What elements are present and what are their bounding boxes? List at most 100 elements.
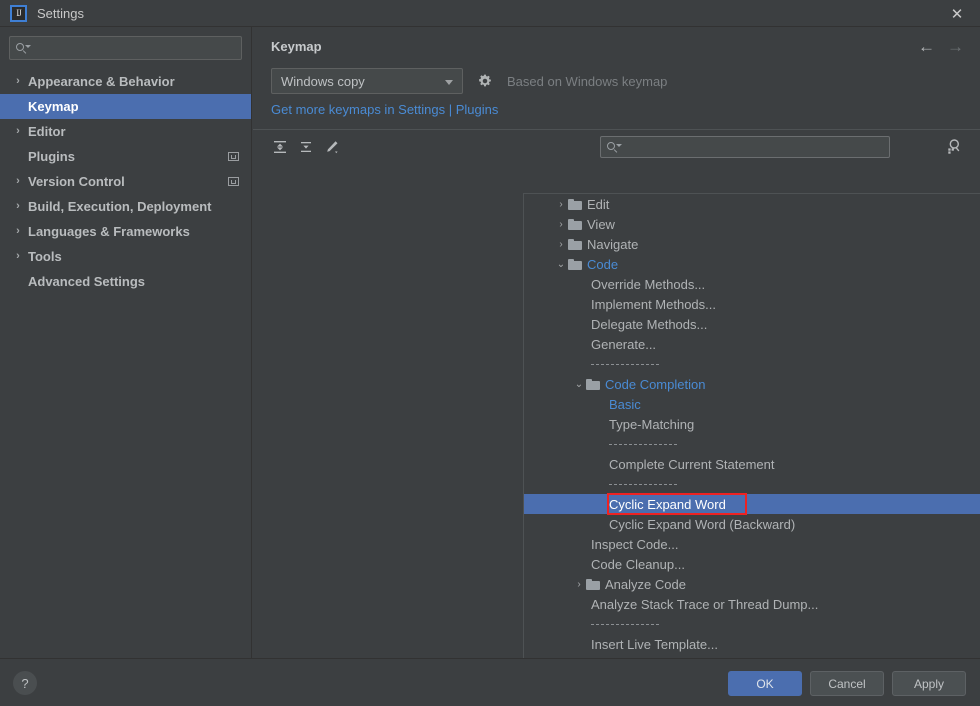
- collapse-all-icon[interactable]: [293, 136, 319, 158]
- chevron-right-icon[interactable]: ›: [554, 199, 568, 210]
- tree-row[interactable]: [524, 354, 980, 374]
- tree-row[interactable]: › View: [524, 214, 980, 234]
- tree-row-label: Inspect Code...: [591, 536, 679, 552]
- tree-toolbar: [253, 129, 980, 163]
- page-title: Keymap: [271, 39, 322, 54]
- dialog-footer: ? OK Cancel Apply CSDN @程序猿陌languageSDN: [0, 658, 980, 706]
- tree-row[interactable]: Code Cleanup...: [524, 554, 980, 574]
- gear-icon[interactable]: [477, 73, 493, 89]
- tree-row-label: View: [587, 216, 615, 232]
- tree-row[interactable]: Inspect Code...: [524, 534, 980, 554]
- tree-separator: [609, 443, 677, 445]
- keymap-dropdown-value: Windows copy: [281, 73, 365, 89]
- keymap-dropdown[interactable]: Windows copy: [271, 68, 463, 94]
- based-on-label: Based on Windows keymap: [507, 73, 668, 89]
- plugin-marker-icon: [228, 152, 239, 161]
- sidebar-item-label: Keymap: [28, 99, 79, 114]
- search-icon: [16, 42, 31, 55]
- tree-row-label: Analyze Stack Trace or Thread Dump...: [591, 596, 819, 612]
- sidebar-item-appearance-behavior[interactable]: › Appearance & Behavior: [0, 69, 251, 94]
- expand-all-icon[interactable]: [267, 136, 293, 158]
- chevron-right-icon[interactable]: ›: [10, 201, 26, 212]
- tree-row-label: Complete Current Statement: [609, 456, 775, 472]
- sidebar-search-box[interactable]: [9, 36, 242, 60]
- tree-row-label: Basic: [609, 396, 641, 412]
- sidebar-search-wrap: [0, 27, 251, 66]
- chevron-down-icon[interactable]: ⌄: [572, 379, 586, 390]
- plugins-link-row: Get more keymaps in Settings | Plugins: [271, 102, 980, 117]
- tree-row[interactable]: Complete Current StatementCtrl+Shift+Ent…: [524, 454, 980, 474]
- tree-row-label: Override Methods...: [591, 276, 706, 292]
- back-arrow-icon[interactable]: ←: [918, 38, 935, 55]
- tree-row[interactable]: › Analyze Code: [524, 574, 980, 594]
- tree-row[interactable]: › Edit: [524, 194, 980, 214]
- ok-button[interactable]: OK: [728, 671, 802, 696]
- tree-row[interactable]: ⌄ Code Completion: [524, 374, 980, 394]
- panel-header: Keymap ← →: [253, 27, 980, 55]
- tree-row[interactable]: [524, 434, 980, 454]
- tree-search-box[interactable]: [600, 136, 890, 158]
- tree-row[interactable]: [524, 614, 980, 634]
- sidebar-item-build-execution-deployment[interactable]: › Build, Execution, Deployment: [0, 194, 251, 219]
- tree-row-label: Code: [587, 256, 619, 272]
- chevron-right-icon[interactable]: ›: [10, 176, 26, 187]
- tree-row[interactable]: Analyze Stack Trace or Thread Dump...: [524, 594, 980, 614]
- sidebar-item-keymap[interactable]: Keymap: [0, 94, 251, 119]
- sidebar-item-label: Plugins: [28, 149, 75, 164]
- settings-sidebar: › Appearance & Behavior Keymap › Editor Plugi…: [0, 27, 252, 658]
- tree-row[interactable]: Generate...Alt+Insert: [524, 334, 980, 354]
- tree-row-label: Cyclic Expand Word (Backward): [609, 516, 796, 532]
- footer-buttons: OK Cancel Apply: [728, 671, 966, 696]
- tree-row[interactable]: [524, 474, 980, 494]
- chevron-down-icon[interactable]: ⌄: [554, 259, 568, 270]
- sidebar-item-languages-frameworks[interactable]: › Languages & Frameworks: [0, 219, 251, 244]
- sidebar-item-label: Version Control: [28, 174, 125, 189]
- sidebar-item-editor[interactable]: › Editor: [0, 119, 251, 144]
- edit-shortcut-icon[interactable]: [319, 136, 345, 158]
- chevron-right-icon[interactable]: ›: [10, 126, 26, 137]
- apply-button[interactable]: Apply: [892, 671, 966, 696]
- tree-row[interactable]: Type-MatchingCtrl+Shift+空格: [524, 414, 980, 434]
- title-bar: IJ Settings ✕: [0, 0, 980, 27]
- chevron-right-icon[interactable]: ›: [10, 76, 26, 87]
- tree-row[interactable]: › Navigate: [524, 234, 980, 254]
- find-by-shortcut-icon[interactable]: [945, 137, 963, 158]
- folder-icon: [568, 218, 582, 230]
- chevron-right-icon[interactable]: ›: [572, 579, 586, 590]
- tree-row[interactable]: BasicAlt+/: [524, 394, 980, 414]
- sidebar-item-advanced-settings[interactable]: Advanced Settings: [0, 269, 251, 294]
- chevron-right-icon[interactable]: ›: [554, 239, 568, 250]
- cancel-button[interactable]: Cancel: [810, 671, 884, 696]
- plugin-marker-icon: [228, 177, 239, 186]
- search-icon: [607, 141, 622, 154]
- tree-row[interactable]: Implement Methods...Ctrl+I: [524, 294, 980, 314]
- get-more-keymaps-link[interactable]: Get more keymaps in Settings | Plugins: [271, 102, 498, 117]
- keymap-panel: Keymap ← → Windows copy Based on Windows…: [253, 27, 980, 665]
- settings-search-input[interactable]: [32, 41, 235, 55]
- intellij-logo-icon: IJ: [10, 4, 27, 22]
- settings-window: IJ Settings ✕ › Appearance & Behavior Keym…: [0, 0, 980, 706]
- sidebar-item-plugins[interactable]: Plugins: [0, 144, 251, 169]
- tree-row[interactable]: Insert Live Template...Ctrl+J: [524, 634, 980, 654]
- tree-row[interactable]: Cyclic Expand Word: [524, 493, 980, 515]
- tree-search-input[interactable]: [623, 140, 883, 154]
- keymap-tree[interactable]: › Edit › View › Navigate ⌄ Code Override Methods…: [523, 193, 980, 665]
- close-icon[interactable]: ✕: [934, 0, 980, 27]
- sidebar-item-label: Build, Execution, Deployment: [28, 199, 212, 214]
- keymap-selector-row: Windows copy Based on Windows keymap: [271, 68, 980, 94]
- tree-row-label: Code Cleanup...: [591, 556, 685, 572]
- chevron-right-icon[interactable]: ›: [10, 226, 26, 237]
- tree-row[interactable]: Override Methods...Ctrl+O: [524, 274, 980, 294]
- help-button[interactable]: ?: [13, 671, 37, 695]
- folder-icon: [586, 578, 600, 590]
- sidebar-item-tools[interactable]: › Tools: [0, 244, 251, 269]
- sidebar-item-version-control[interactable]: › Version Control: [0, 169, 251, 194]
- tree-row[interactable]: ⌄ Code: [524, 254, 980, 274]
- chevron-right-icon[interactable]: ›: [554, 219, 568, 230]
- chevron-right-icon[interactable]: ›: [10, 251, 26, 262]
- tree-row[interactable]: Cyclic Expand Word (Backward)Alt+Shift+/: [524, 514, 980, 534]
- sidebar-nav-list: › Appearance & Behavior Keymap › Editor Plugi…: [0, 69, 251, 294]
- tree-row[interactable]: Delegate Methods...: [524, 314, 980, 334]
- sidebar-item-label: Languages & Frameworks: [28, 224, 190, 239]
- forward-arrow-icon[interactable]: →: [947, 38, 964, 55]
